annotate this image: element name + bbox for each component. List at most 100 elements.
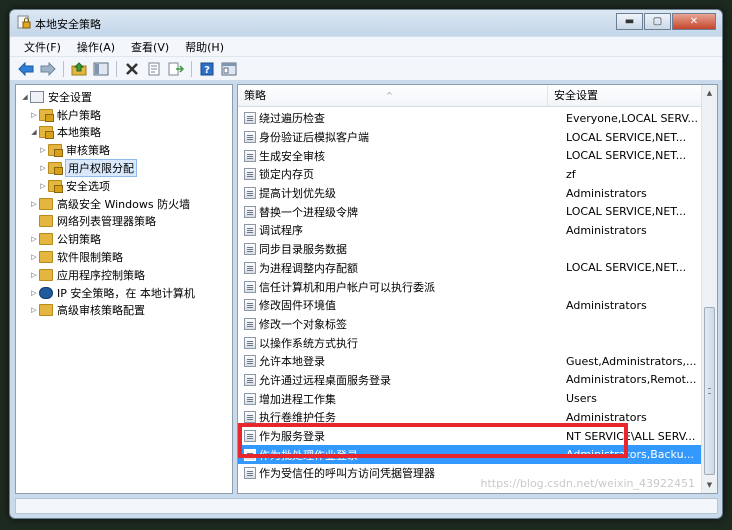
tree-item[interactable]: ▷ 软件限制策略 [16, 248, 232, 266]
policy-row[interactable]: 信任计算机和用户帐户可以执行委派 [238, 277, 701, 296]
policy-item-icon [244, 224, 256, 237]
policy-row[interactable]: 身份验证后模拟客户端 LOCAL SERVICE,NET... [238, 128, 701, 147]
close-button[interactable]: ✕ [672, 13, 716, 30]
minimize-button[interactable]: ▬ [616, 13, 643, 30]
tree-item[interactable]: ▷ 用户权限分配 [16, 159, 232, 178]
policy-row[interactable]: 提高计划优先级 Administrators [238, 184, 701, 203]
tree-item[interactable]: ▷ 应用程序控制策略 [16, 266, 232, 284]
policy-row[interactable]: 允许本地登录 Guest,Administrators,... [238, 352, 701, 371]
tree-item-label: 高级审核策略配置 [57, 304, 145, 318]
policy-item-icon [244, 373, 256, 386]
policy-row[interactable]: 绕过遍历检查 Everyone,LOCAL SERV... [238, 109, 701, 128]
tree-item[interactable]: ▷ 公钥策略 [16, 230, 232, 248]
toolbar: ? [10, 56, 722, 80]
policy-row[interactable]: 作为批处理作业登录 Administrators,Backu... [238, 445, 701, 465]
help-icon[interactable]: ? [197, 60, 217, 78]
collapsed-triangle-icon[interactable]: ▷ [38, 164, 48, 172]
policy-row[interactable]: 生成安全审核 LOCAL SERVICE,NET... [238, 146, 701, 165]
expanded-triangle-icon[interactable]: ◢ [20, 93, 30, 101]
scrollbar-thumb[interactable] [704, 307, 715, 475]
console-icon[interactable] [219, 60, 239, 78]
export-list-icon[interactable] [166, 60, 186, 78]
title-bar[interactable]: 本地安全策略 ▬ ▢ ✕ [10, 10, 722, 36]
policy-setting: zf [566, 167, 576, 181]
expanded-triangle-icon[interactable]: ◢ [29, 128, 39, 136]
menu-file[interactable]: 文件(F) [16, 39, 69, 55]
policy-row[interactable]: 作为服务登录 NT SERVICE\ALL SERV... [238, 427, 701, 446]
collapsed-triangle-icon[interactable]: ▷ [29, 306, 39, 314]
menu-help[interactable]: 帮助(H) [177, 39, 232, 55]
tree-item[interactable]: ▷ 帐户策略 [16, 106, 232, 124]
main-content: ◢ 安全设置 ▷ 帐户策略 ◢ 本地策略 ▷ 审核策略 ▷ 用户权限分配 ▷ 安全选项 ▷ 高级安全 Wi… [15, 84, 718, 494]
vertical-scrollbar[interactable]: ▲ ▼ [701, 85, 717, 493]
policy-row[interactable]: 替换一个进程级令牌 LOCAL SERVICE,NET... [238, 202, 701, 221]
policy-name: 以操作系统方式执行 [259, 336, 358, 350]
policy-row[interactable]: 增加进程工作集 Users [238, 389, 701, 408]
up-folder-icon[interactable] [69, 60, 89, 78]
delete-icon[interactable] [122, 60, 142, 78]
folder-icon [39, 268, 53, 281]
policy-row[interactable]: 调试程序 Administrators [238, 221, 701, 240]
policy-item-icon [244, 261, 256, 274]
policy-item-icon [244, 430, 256, 443]
folder-icon [39, 304, 53, 317]
policy-name: 修改固件环境值 [259, 299, 336, 313]
policy-name: 绕过遍历检查 [259, 112, 325, 126]
policy-row[interactable]: 允许通过远程桌面服务登录 Administrators,Remot... [238, 371, 701, 390]
policy-setting: Guest,Administrators,... [566, 354, 697, 368]
forward-arrow-icon[interactable] [38, 60, 58, 78]
column-header-policy-label: 策略 [244, 89, 266, 102]
policy-row[interactable]: 执行卷维护任务 Administrators [238, 408, 701, 427]
policy-item-icon [244, 243, 256, 256]
policy-row[interactable]: 锁定内存页 zf [238, 165, 701, 184]
collapsed-triangle-icon[interactable]: ▷ [29, 200, 39, 208]
policy-name: 作为服务登录 [259, 430, 325, 444]
policy-setting: LOCAL SERVICE,NET... [566, 130, 687, 144]
policy-name: 修改一个对象标签 [259, 317, 347, 331]
policy-name: 替换一个进程级令牌 [259, 205, 358, 219]
column-header-policy[interactable]: 策略 ^ [238, 85, 548, 106]
menu-view[interactable]: 查看(V) [123, 39, 177, 55]
policy-row[interactable]: 为进程调整内存配额 LOCAL SERVICE,NET... [238, 259, 701, 278]
collapsed-triangle-icon[interactable]: ▷ [29, 235, 39, 243]
scroll-up-icon[interactable]: ▲ [702, 85, 717, 101]
tree-item[interactable]: ▷ IP 安全策略，在 本地计算机 [16, 284, 232, 302]
menu-action[interactable]: 操作(A) [69, 39, 123, 55]
collapsed-triangle-icon[interactable]: ▷ [29, 111, 39, 119]
policy-row[interactable]: 修改一个对象标签 [238, 315, 701, 334]
policy-item-icon [244, 467, 256, 480]
tree-item[interactable]: ▷ 高级审核策略配置 [16, 302, 232, 320]
policy-row[interactable]: 以操作系统方式执行 [238, 333, 701, 352]
tree-item[interactable]: ◢ 安全设置 [16, 88, 232, 106]
policy-row[interactable]: 同步目录服务数据 [238, 240, 701, 259]
show-tree-icon[interactable] [91, 60, 111, 78]
locked-folder-icon [48, 144, 63, 158]
properties-icon[interactable] [144, 60, 164, 78]
tree-item[interactable]: ▷ 审核策略 [16, 141, 232, 159]
tree-item[interactable]: ▷ 安全选项 [16, 177, 232, 195]
tree-item[interactable]: ▷ 高级安全 Windows 防火墙 [16, 195, 232, 213]
back-arrow-icon[interactable] [16, 60, 36, 78]
toolbar-separator [116, 60, 117, 77]
scroll-down-icon[interactable]: ▼ [702, 477, 717, 493]
security-policy-app-icon [17, 15, 31, 29]
scrollbar-grip-icon [708, 388, 711, 394]
column-header-setting[interactable]: 安全设置 [548, 85, 717, 106]
policy-setting: LOCAL SERVICE,NET... [566, 149, 687, 163]
maximize-button[interactable]: ▢ [644, 13, 671, 30]
policy-setting: Administrators,Remot... [566, 373, 697, 387]
policy-item-icon [244, 448, 256, 461]
collapsed-triangle-icon[interactable]: ▷ [29, 289, 39, 297]
tree-item[interactable]: ◢ 本地策略 [16, 124, 232, 142]
tree-item-label: 公钥策略 [57, 233, 101, 247]
collapsed-triangle-icon[interactable]: ▷ [38, 182, 48, 190]
collapsed-triangle-icon[interactable]: ▷ [29, 253, 39, 261]
tree-item-label: 应用程序控制策略 [57, 268, 145, 282]
policy-name: 生成安全审核 [259, 149, 325, 163]
collapsed-triangle-icon[interactable]: ▷ [38, 146, 48, 154]
collapsed-triangle-icon[interactable]: ▷ [29, 271, 39, 279]
policy-setting: NT SERVICE\ALL SERV... [566, 429, 696, 443]
navigation-tree: ◢ 安全设置 ▷ 帐户策略 ◢ 本地策略 ▷ 审核策略 ▷ 用户权限分配 ▷ 安全选项 ▷ 高级安全 Wi… [15, 84, 233, 494]
tree-item[interactable]: 网络列表管理器策略 [16, 213, 232, 231]
policy-row[interactable]: 修改固件环境值 Administrators [238, 296, 701, 315]
